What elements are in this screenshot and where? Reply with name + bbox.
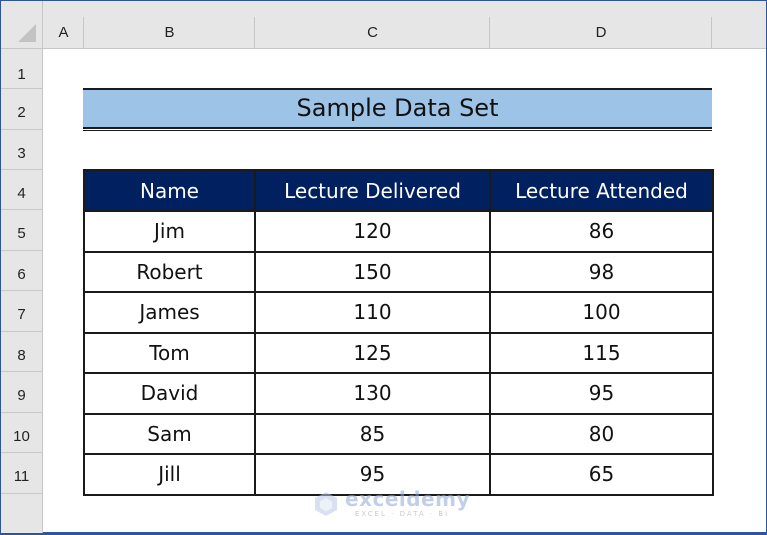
watermark-name: exceldemy bbox=[345, 487, 470, 511]
row-header-2[interactable]: 2 bbox=[1, 89, 42, 130]
cell-lecture-attended[interactable]: 115 bbox=[489, 331, 714, 374]
table-row: Sam 85 80 bbox=[83, 412, 714, 455]
cell-lecture-delivered[interactable]: 130 bbox=[254, 372, 491, 415]
cell-lecture-delivered[interactable]: 110 bbox=[254, 291, 491, 334]
header-name[interactable]: Name bbox=[83, 169, 256, 212]
header-lecture-delivered[interactable]: Lecture Delivered bbox=[254, 169, 491, 212]
row-header-9[interactable]: 9 bbox=[1, 372, 42, 413]
cell-lecture-attended[interactable]: 95 bbox=[489, 372, 714, 415]
exceldemy-logo-icon bbox=[315, 492, 337, 516]
row-header-5[interactable]: 5 bbox=[1, 210, 42, 251]
row-header-11[interactable]: 11 bbox=[1, 453, 42, 494]
cell-lecture-attended[interactable]: 100 bbox=[489, 291, 714, 334]
cell-lecture-attended[interactable]: 86 bbox=[489, 210, 714, 253]
sample-data-title-cell[interactable]: Sample Data Set bbox=[83, 88, 712, 127]
cell-lecture-attended[interactable]: 80 bbox=[489, 412, 714, 455]
cell-name[interactable]: Jill bbox=[83, 453, 256, 496]
row-header-6[interactable]: 6 bbox=[1, 251, 42, 291]
cell-lecture-attended[interactable]: 98 bbox=[489, 250, 714, 293]
lecture-data-table: Name Lecture Delivered Lecture Attended … bbox=[83, 169, 714, 496]
title-double-underline-bottom bbox=[83, 130, 712, 131]
header-lecture-attended[interactable]: Lecture Attended bbox=[489, 169, 714, 212]
cell-name[interactable]: James bbox=[83, 291, 256, 334]
column-header-a[interactable]: A bbox=[43, 1, 84, 48]
cell-name[interactable]: David bbox=[83, 372, 256, 415]
table-row: James 110 100 bbox=[83, 291, 714, 334]
row-header-8[interactable]: 8 bbox=[1, 332, 42, 372]
row-header-1[interactable]: 1 bbox=[1, 49, 42, 89]
table-header-row: Name Lecture Delivered Lecture Attended bbox=[83, 169, 714, 212]
row-header-10[interactable]: 10 bbox=[1, 413, 42, 453]
exceldemy-watermark: exceldemy EXCEL · DATA · BI bbox=[313, 487, 470, 519]
cell-lecture-delivered[interactable]: 150 bbox=[254, 250, 491, 293]
row-header-4[interactable]: 4 bbox=[1, 170, 42, 210]
cell-name[interactable]: Robert bbox=[83, 250, 256, 293]
column-header-b[interactable]: B bbox=[84, 1, 255, 48]
cell-name[interactable]: Jim bbox=[83, 210, 256, 253]
select-all-triangle-icon bbox=[18, 24, 36, 42]
table-row: David 130 95 bbox=[83, 372, 714, 415]
spreadsheet-window: A B C D 1 2 3 4 5 6 7 8 9 10 11 Sample D… bbox=[0, 0, 767, 535]
title-double-underline-top bbox=[83, 127, 712, 129]
cell-lecture-delivered[interactable]: 120 bbox=[254, 210, 491, 253]
column-header-c[interactable]: C bbox=[255, 1, 490, 48]
cell-name[interactable]: Tom bbox=[83, 331, 256, 374]
table-row: Tom 125 115 bbox=[83, 331, 714, 374]
row-header-3[interactable]: 3 bbox=[1, 130, 42, 170]
table-row: Jim 120 86 bbox=[83, 210, 714, 253]
column-header-bar: A B C D bbox=[1, 1, 766, 49]
select-all-button[interactable] bbox=[1, 1, 43, 48]
cell-lecture-attended[interactable]: 65 bbox=[489, 453, 714, 496]
watermark-tagline: EXCEL · DATA · BI bbox=[355, 510, 450, 518]
cell-name[interactable]: Sam bbox=[83, 412, 256, 455]
row-header-7[interactable]: 7 bbox=[1, 291, 42, 332]
row-header-bar: 1 2 3 4 5 6 7 8 9 10 11 bbox=[1, 49, 43, 533]
table-row: Robert 150 98 bbox=[83, 250, 714, 293]
cell-lecture-delivered[interactable]: 85 bbox=[254, 412, 491, 455]
cell-lecture-delivered[interactable]: 125 bbox=[254, 331, 491, 374]
column-header-d[interactable]: D bbox=[490, 1, 712, 48]
